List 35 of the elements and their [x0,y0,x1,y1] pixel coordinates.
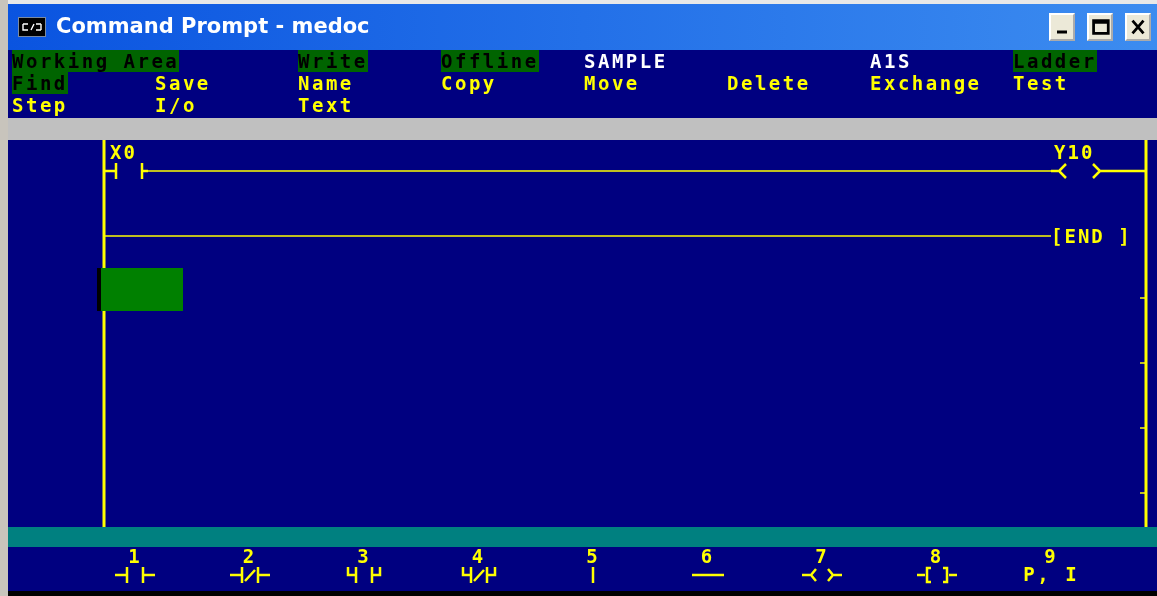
function-key-number[interactable]: 5 [586,547,601,565]
window-title: Command Prompt - medoc [56,13,371,41]
function-key-number[interactable]: 2 [242,547,257,565]
contact-label: X0 [110,141,137,163]
contact-icon[interactable] [113,565,158,585]
closed-contact-icon[interactable] [227,565,272,585]
function-key-number[interactable]: 7 [815,547,830,565]
function-key-number[interactable]: 3 [357,547,372,565]
menu-command[interactable]: Delete [727,72,811,94]
function-key-number[interactable]: 8 [929,547,944,565]
console-icon [18,17,46,37]
status-label: A1S [870,50,912,72]
instruction-icon[interactable] [914,565,959,585]
function-key-number[interactable]: 1 [128,547,143,565]
menu-command[interactable]: Move [584,72,640,94]
minimize-button[interactable] [1049,13,1075,41]
minimize-icon [1057,30,1067,34]
menu-command[interactable]: Save [155,72,211,94]
coil-label: Y10 [1054,141,1095,163]
function-key-label[interactable]: P, I [1023,565,1080,583]
menu-command[interactable]: Test [1013,72,1069,94]
function-key-number[interactable]: 9 [1044,547,1059,565]
end-instruction: [END ] [1051,225,1132,247]
status-label: SAMPLE [584,50,668,72]
menu-command[interactable]: Exchange [870,72,982,94]
contact-symbol [102,161,150,181]
menu-command[interactable]: Text [298,94,354,116]
menu-command[interactable]: Step [12,94,68,116]
function-key-number[interactable]: 4 [471,547,486,565]
maximize-button[interactable] [1087,13,1113,41]
menu-command[interactable]: Name [298,72,354,94]
menu-command[interactable]: Copy [441,72,497,94]
close-button[interactable] [1125,13,1151,41]
menu-command[interactable]: I/o [155,94,197,116]
function-key-number[interactable]: 6 [700,547,715,565]
